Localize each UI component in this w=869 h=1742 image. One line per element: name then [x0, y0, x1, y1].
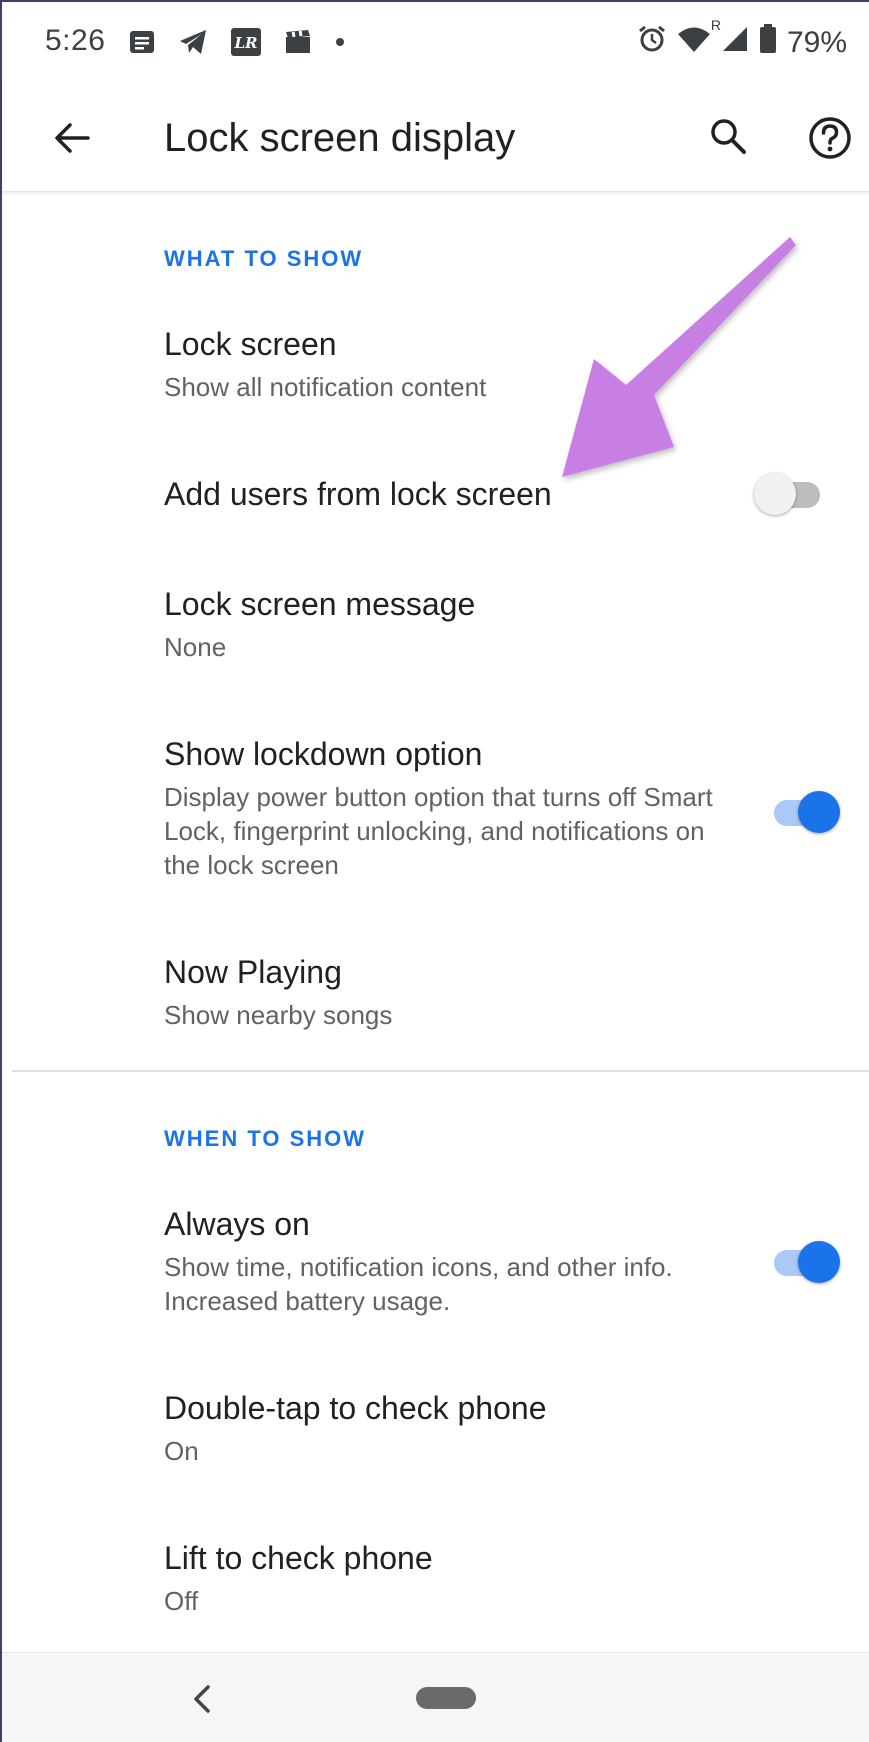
- notification-icons: LR: [128, 27, 346, 62]
- wifi-icon: R: [677, 17, 721, 61]
- app-bar: Lock screen display: [2, 84, 869, 192]
- toggle-thumb: [798, 791, 840, 833]
- dot-icon: [334, 28, 346, 61]
- setting-double-tap[interactable]: Double-tap to check phone On: [2, 1366, 869, 1476]
- telegram-icon: [178, 28, 208, 61]
- setting-now-playing[interactable]: Now Playing Show nearby songs: [2, 930, 869, 1040]
- section-header-what-to-show: WHAT TO SHOW: [164, 246, 364, 271]
- search-button[interactable]: [700, 108, 756, 164]
- status-time: 5:26: [45, 24, 106, 57]
- section-divider: [12, 1070, 869, 1072]
- search-icon: [711, 119, 746, 154]
- item-title: Show lockdown option: [164, 736, 483, 772]
- battery-percent: 79%: [786, 26, 847, 59]
- help-circle-icon: [809, 117, 851, 159]
- item-subtitle: None: [164, 632, 227, 662]
- signal-icon: [721, 25, 749, 61]
- arrow-left-icon: [55, 123, 90, 153]
- always-on-toggle[interactable]: [768, 1238, 840, 1286]
- alarm-icon: [637, 24, 667, 62]
- back-button[interactable]: [44, 110, 100, 166]
- help-button[interactable]: [800, 108, 860, 168]
- status-bar: 5:26 LR R 79%: [2, 2, 869, 84]
- item-title: Double-tap to check phone: [164, 1390, 547, 1426]
- item-subtitle: Show nearby songs: [164, 1000, 393, 1030]
- item-subtitle: Show time, notification icons, and other…: [164, 1252, 673, 1316]
- section-header-when-to-show: WHEN TO SHOW: [164, 1126, 367, 1151]
- nav-back-icon[interactable]: [188, 1681, 218, 1717]
- annotation-arrow-icon: [562, 237, 796, 477]
- clapper-icon: [284, 28, 312, 61]
- toggle-thumb: [798, 1241, 840, 1283]
- notes-icon: [128, 28, 156, 61]
- page-title: Lock screen display: [164, 116, 516, 160]
- lightroom-icon: LR: [230, 27, 262, 62]
- system-icons: R 79%: [637, 17, 847, 62]
- item-title: Lock screen message: [164, 586, 476, 622]
- item-subtitle: On: [164, 1436, 199, 1466]
- item-title: Lift to check phone: [164, 1540, 433, 1576]
- lockdown-toggle[interactable]: [768, 788, 840, 836]
- item-title: Now Playing: [164, 954, 342, 990]
- navigation-bar: [2, 1652, 869, 1742]
- setting-show-lockdown[interactable]: Show lockdown option Display power butto…: [2, 712, 869, 892]
- battery-icon: [759, 24, 777, 62]
- item-title: Add users from lock screen: [164, 476, 552, 512]
- setting-lift-to-check[interactable]: Lift to check phone Off: [2, 1516, 869, 1626]
- item-subtitle: Off: [164, 1586, 199, 1616]
- item-subtitle: Display power button option that turns o…: [164, 782, 713, 880]
- screen: 5:26 LR R 79% Lock screen display WHAT T…: [0, 0, 869, 1742]
- home-pill-icon[interactable]: [416, 1687, 476, 1709]
- setting-always-on[interactable]: Always on Show time, notification icons,…: [2, 1182, 869, 1332]
- item-title: Always on: [164, 1206, 310, 1242]
- svg-text:LR: LR: [233, 34, 257, 52]
- setting-lock-screen-message[interactable]: Lock screen message None: [2, 562, 869, 672]
- roaming-label: R: [710, 17, 721, 33]
- item-title: Lock screen: [164, 326, 337, 362]
